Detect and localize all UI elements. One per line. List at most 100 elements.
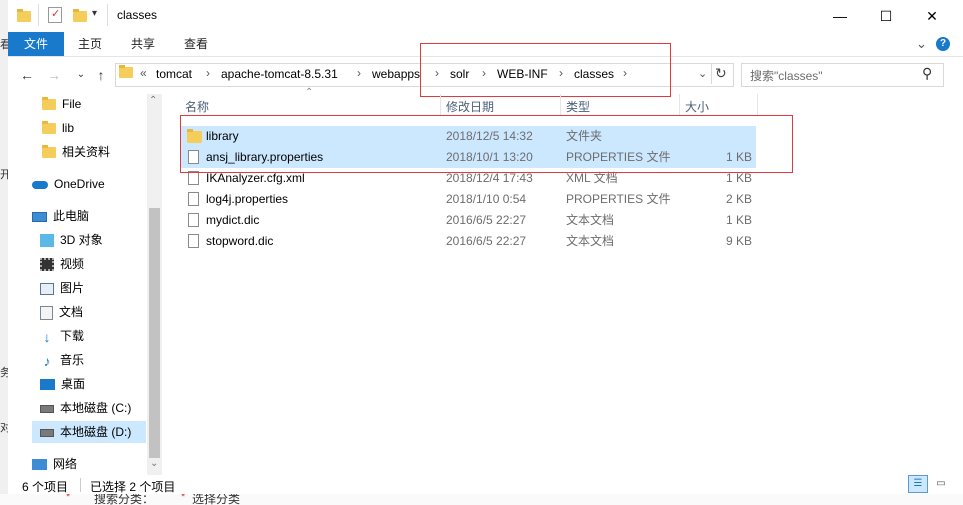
breadcrumb-apache-tomcat[interactable]: apache-tomcat-8.5.31 — [221, 67, 338, 81]
tab-view[interactable]: 查看 — [184, 32, 208, 56]
file-icon — [188, 192, 199, 206]
file-icon — [188, 234, 199, 248]
breadcrumb-overflow-icon[interactable]: « — [140, 66, 147, 80]
desktop-icon — [40, 379, 55, 391]
sidebar-item-documents[interactable]: 文档 — [40, 301, 83, 323]
folder-icon — [42, 145, 56, 159]
sidebar-item-label: 视频 — [60, 257, 85, 271]
customize-toolbar-icon[interactable]: ▾ — [92, 8, 97, 19]
help-icon[interactable]: ? — [936, 37, 950, 51]
large-icons-view-icon[interactable]: ▭ — [931, 475, 951, 493]
sidebar-item-label: 文档 — [59, 305, 84, 319]
background-window-bottom: * 搜索分类： * 选择分类 — [0, 494, 963, 505]
breadcrumb-separator-icon[interactable]: › — [357, 66, 361, 80]
sidebar-item-desktop[interactable]: 桌面 — [40, 373, 85, 395]
sidebar-item-this-pc[interactable]: 此电脑 — [32, 205, 89, 227]
computer-icon — [32, 211, 47, 222]
network-icon — [32, 459, 47, 471]
tab-file[interactable]: 文件 — [8, 32, 64, 56]
breadcrumb-separator-icon[interactable]: › — [206, 66, 210, 80]
column-header-date[interactable]: 修改日期 — [446, 98, 494, 115]
sidebar-item-label: 音乐 — [60, 353, 85, 367]
table-row[interactable]: log4j.properties 2018/1/10 0:54 PROPERTI… — [180, 189, 756, 210]
sidebar-item-label: 相关资料 — [62, 145, 111, 159]
toolbar-divider — [38, 4, 39, 26]
file-icon — [188, 171, 199, 185]
sidebar-item-drive-d[interactable]: 本地磁盘 (D:) — [32, 421, 146, 443]
scroll-down-icon[interactable]: ⌄ — [150, 458, 158, 469]
pictures-icon — [40, 282, 54, 295]
highlight-box-files — [180, 115, 793, 173]
sidebar-item-label: 网络 — [53, 457, 78, 471]
back-button[interactable]: ← — [18, 66, 36, 84]
file-size: 9 KB — [725, 234, 752, 248]
file-icon — [188, 213, 199, 227]
background-fragment: * — [181, 494, 186, 503]
file-name: stopword.dic — [206, 234, 274, 248]
status-divider — [80, 478, 81, 492]
maximize-button[interactable]: ☐ — [863, 0, 909, 32]
refresh-icon[interactable]: ↻ — [715, 65, 727, 82]
file-date: 2016/6/5 22:27 — [446, 213, 527, 227]
sidebar-scroll-thumb[interactable] — [149, 208, 160, 458]
file-size: 2 KB — [725, 192, 752, 206]
up-button[interactable]: ↑ — [92, 66, 110, 84]
sidebar-item-label: 此电脑 — [53, 209, 90, 223]
sidebar-item-label: 本地磁盘 (C:) — [60, 401, 132, 415]
column-separator[interactable] — [679, 94, 680, 116]
cloud-icon — [32, 180, 48, 189]
recent-locations-button[interactable]: ⌄ — [72, 66, 90, 84]
sidebar-item-label: 下载 — [60, 329, 85, 343]
background-fragment: 搜索分类： — [94, 494, 155, 505]
tab-share[interactable]: 共享 — [131, 32, 155, 56]
properties-icon[interactable]: ✓ — [48, 7, 62, 23]
3d-objects-icon — [40, 234, 54, 248]
download-icon: ↓ — [43, 328, 51, 345]
file-type: 文本文档 — [566, 234, 615, 248]
ribbon-expand-icon[interactable]: ⌄ — [916, 36, 927, 52]
details-view-icon[interactable]: ☰ — [908, 475, 928, 493]
sidebar-item-downloads[interactable]: ↓ 下载 — [40, 325, 85, 347]
column-separator[interactable] — [560, 94, 561, 116]
new-folder-icon[interactable] — [73, 8, 89, 24]
sidebar-item-onedrive[interactable]: OneDrive — [32, 173, 105, 195]
sidebar-item-videos[interactable]: 视频 — [40, 253, 84, 275]
folder-icon — [119, 65, 133, 78]
sidebar-item-pictures[interactable]: 图片 — [40, 277, 84, 299]
sidebar-item-lib[interactable]: lib — [42, 117, 74, 139]
forward-button[interactable]: → — [45, 66, 63, 84]
highlight-box-address — [420, 43, 671, 97]
scroll-up-icon[interactable]: ⌃ — [149, 95, 157, 106]
music-icon: ♪ — [43, 352, 51, 369]
status-selected-count: 已选择 2 个项目 — [90, 480, 176, 494]
tab-home[interactable]: 主页 — [78, 32, 102, 56]
sidebar-item-label: 桌面 — [61, 377, 86, 391]
column-header-type[interactable]: 类型 — [566, 98, 590, 115]
folder-icon[interactable] — [17, 8, 33, 24]
minimize-button[interactable]: — — [817, 0, 863, 32]
sidebar-item-file[interactable]: File — [42, 93, 81, 115]
sidebar-item-network[interactable]: 网络 — [32, 453, 77, 475]
sidebar-item-3d-objects[interactable]: 3D 对象 — [40, 229, 103, 251]
column-separator[interactable] — [757, 94, 758, 116]
column-header-name[interactable]: 名称 — [185, 98, 209, 115]
table-row[interactable]: mydict.dic 2016/6/5 22:27 文本文档 1 KB — [180, 210, 756, 231]
table-row[interactable]: stopword.dic 2016/6/5 22:27 文本文档 9 KB — [180, 231, 756, 252]
sidebar-item-drive-c[interactable]: 本地磁盘 (C:) — [40, 397, 131, 419]
close-button[interactable]: ✕ — [909, 0, 955, 32]
sidebar-item-music[interactable]: ♪ 音乐 — [40, 349, 85, 371]
address-dropdown-icon[interactable]: ⌄ — [698, 67, 707, 80]
search-icon[interactable]: ⚲ — [922, 65, 932, 82]
drive-icon — [40, 404, 54, 413]
background-fragment: 选择分类 — [192, 494, 241, 505]
sidebar-item-label: 图片 — [60, 281, 85, 295]
column-header-size[interactable]: 大小 — [685, 98, 709, 115]
sidebar-item-label: 本地磁盘 (D:) — [60, 425, 132, 439]
sidebar-item-related[interactable]: 相关资料 — [42, 141, 110, 163]
column-separator[interactable] — [440, 94, 441, 116]
toolbar-divider — [107, 4, 108, 26]
breadcrumb-tomcat[interactable]: tomcat — [156, 67, 192, 81]
breadcrumb-webapps[interactable]: webapps — [372, 67, 420, 81]
sidebar-item-label: lib — [62, 121, 75, 135]
documents-icon — [40, 305, 53, 320]
